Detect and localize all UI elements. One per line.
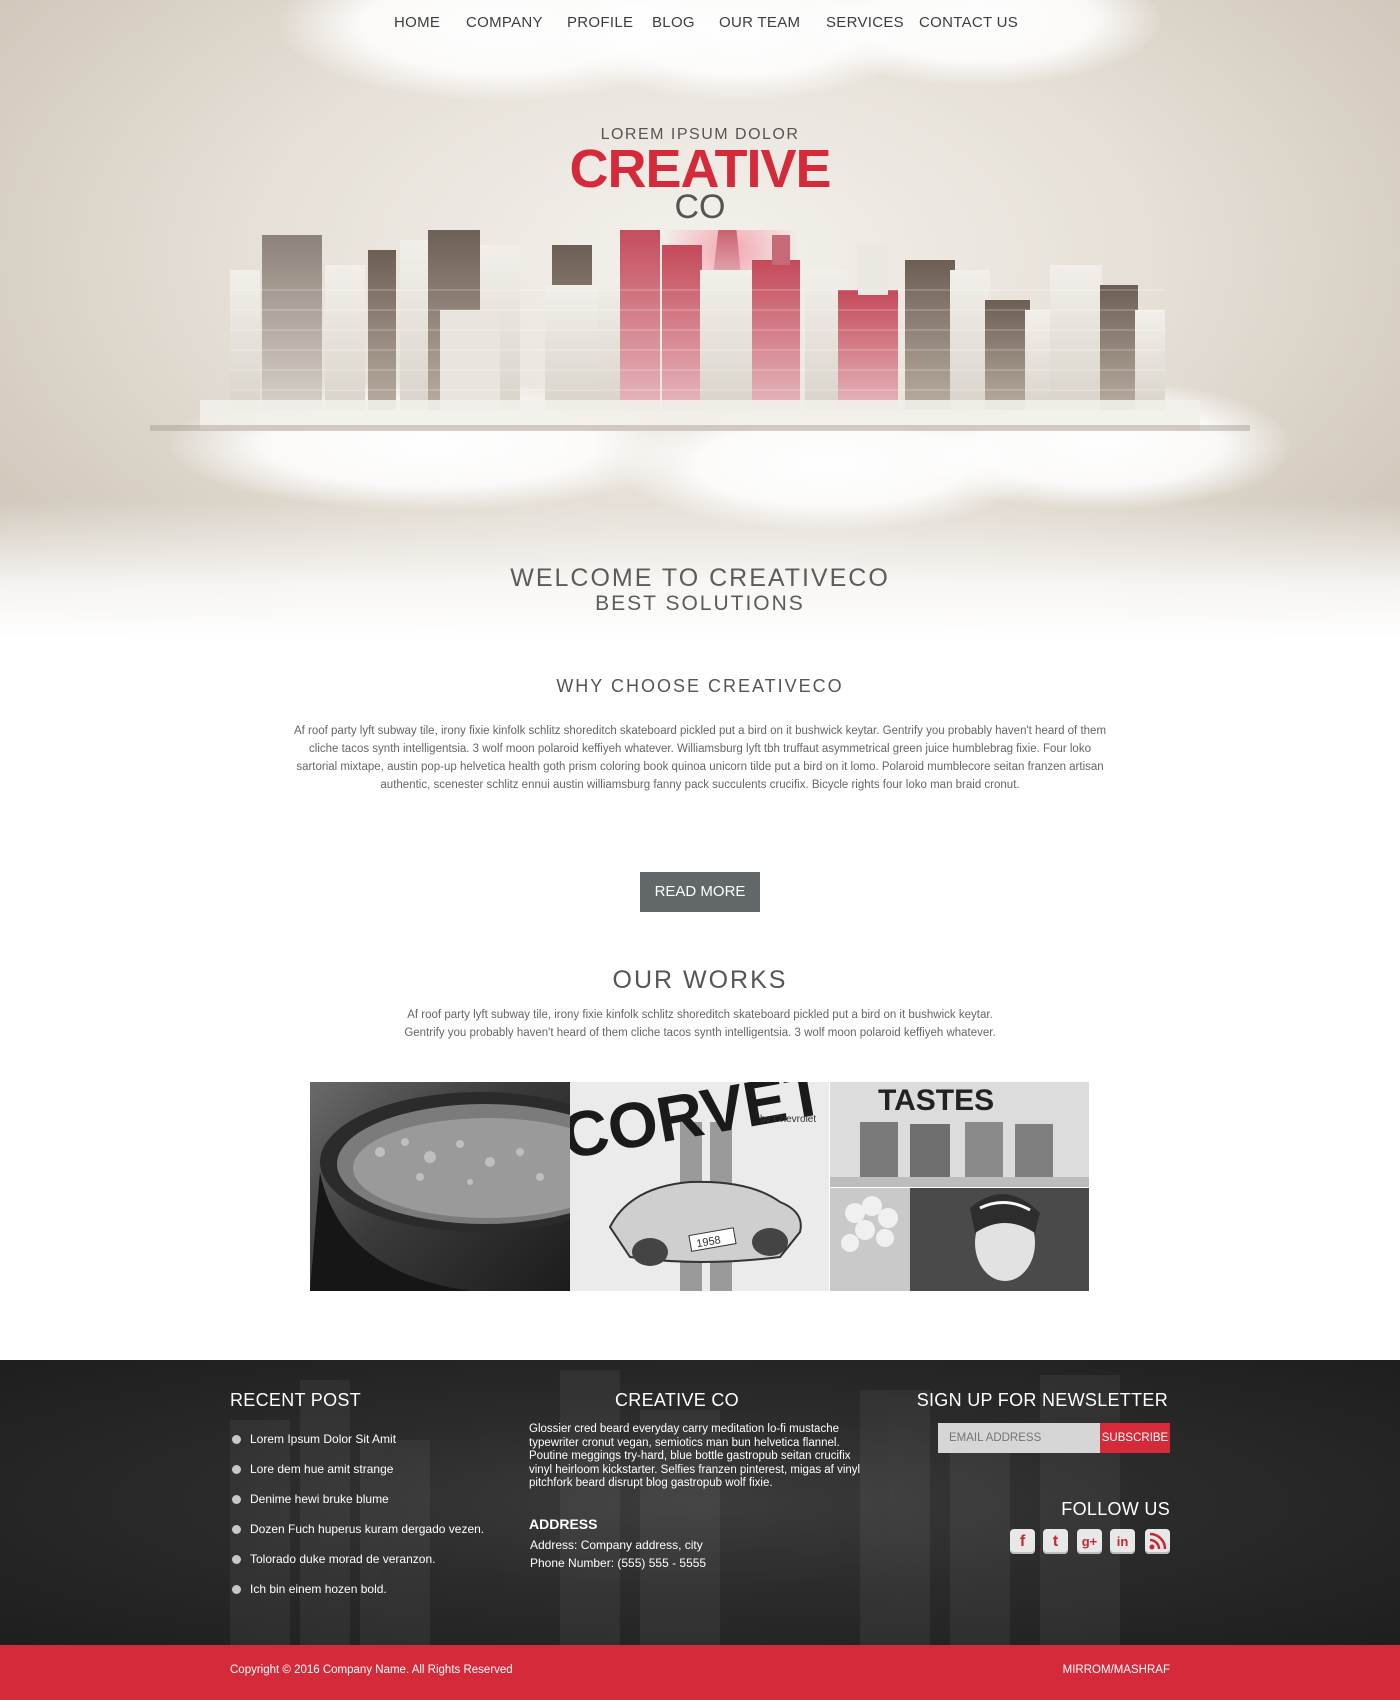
bullet-icon [232, 1495, 241, 1504]
works-gallery: CORVETTE by Chevrolet 1958 TASTES [310, 1082, 1089, 1291]
address-line: Address: Company address, city [530, 1538, 703, 1552]
footer: RECENT POST Lorem Ipsum Dolor Sit Amit L… [0, 1360, 1400, 1645]
recent-post-item[interactable]: Tolorado duke morad de veranzon. [232, 1550, 484, 1580]
address-heading: ADDRESS [529, 1516, 598, 1532]
credit-text[interactable]: MIRROM/MASHRAF [1063, 1664, 1170, 1676]
bullet-icon [232, 1555, 241, 1564]
work-image-corvette[interactable]: CORVETTE by Chevrolet 1958 [570, 1082, 829, 1291]
copyright-text: Copyright © 2016 Company Name. All Right… [230, 1664, 513, 1676]
corvette-poster-illustration: CORVETTE by Chevrolet 1958 [570, 1082, 829, 1291]
bullet-icon [232, 1585, 241, 1594]
recent-post-label: Lore dem hue amit strange [250, 1462, 394, 1476]
welcome-subheading: BEST SOLUTIONS [595, 592, 805, 615]
recent-post-label: Dozen Fuch huperus kuram dergado vezen. [250, 1522, 485, 1536]
why-heading: WHY CHOOSE CREATIVECO [556, 676, 844, 696]
creative-co-heading: CREATIVE CO [615, 1390, 739, 1410]
google-plus-icon[interactable]: g+ [1077, 1529, 1102, 1554]
bullet-icon [232, 1465, 241, 1474]
recent-post-label: Lorem Ipsum Dolor Sit Amit [250, 1432, 397, 1446]
hero-section: HOME COMPANY PROFILE BLOG OUR TEAM SERVI… [0, 0, 1400, 640]
recent-post-label: Denime hewi bruke blume [250, 1492, 389, 1506]
recent-post-item[interactable]: Ich bin einem hozen bold. [232, 1580, 484, 1610]
facebook-icon[interactable]: f [1010, 1529, 1035, 1554]
drinks-tastes-text: TASTES [878, 1084, 994, 1117]
phone-line: Phone Number: (555) 555 - 5555 [530, 1556, 707, 1570]
bullet-icon [232, 1525, 241, 1534]
tumblr-icon[interactable]: t [1043, 1529, 1068, 1554]
email-input[interactable] [938, 1423, 1100, 1453]
recent-post-item[interactable]: Denime hewi bruke blume [232, 1490, 484, 1520]
nav-contact-us[interactable]: CONTACT US [919, 14, 1018, 31]
works-paragraph: Af roof party lyft subway tile, irony fi… [404, 1009, 996, 1039]
wedding-illustration [830, 1188, 1089, 1291]
city-skyline-image [150, 230, 1250, 431]
linkedin-icon[interactable]: in [1110, 1529, 1135, 1554]
welcome-heading: WELCOME TO CREATIVECO [510, 564, 890, 592]
subscribe-button[interactable]: SUBSCRIBE [1100, 1423, 1170, 1453]
recent-post-heading: RECENT POST [230, 1390, 361, 1410]
nav-blog[interactable]: BLOG [652, 14, 695, 31]
recent-post-label: Ich bin einem hozen bold. [250, 1582, 387, 1596]
rss-icon[interactable] [1145, 1529, 1170, 1554]
nav-services[interactable]: SERVICES [826, 14, 904, 31]
creative-co-text: Glossier cred beard everyday carry medit… [529, 1423, 861, 1489]
nav-profile[interactable]: PROFILE [567, 14, 633, 31]
drinks-illustration: TASTES [830, 1082, 1089, 1187]
nav-home[interactable]: HOME [394, 14, 440, 31]
main-nav: HOME COMPANY PROFILE BLOG OUR TEAM SERVI… [0, 14, 1400, 38]
recent-post-item[interactable]: Lorem Ipsum Dolor Sit Amit [232, 1430, 484, 1460]
work-image-wedding[interactable] [830, 1188, 1089, 1291]
read-more-button[interactable]: READ MORE [640, 872, 760, 912]
logo-sub-text: CO [674, 188, 726, 226]
rss-glyph [1149, 1532, 1167, 1550]
recent-post-list: Lorem Ipsum Dolor Sit Amit Lore dem hue … [232, 1430, 484, 1610]
recent-post-label: Tolorado duke morad de veranzon. [250, 1552, 436, 1566]
nav-company[interactable]: COMPANY [466, 14, 543, 31]
recent-post-item[interactable]: Lore dem hue amit strange [232, 1460, 484, 1490]
work-image-coffee[interactable] [310, 1082, 570, 1291]
nav-our-team[interactable]: OUR TEAM [719, 14, 800, 31]
corvette-by-text: by Chevrolet [760, 1114, 816, 1125]
copyright-bar: Copyright © 2016 Company Name. All Right… [0, 1645, 1400, 1700]
follow-us-heading: FOLLOW US [1061, 1499, 1170, 1519]
works-heading: OUR WORKS [612, 966, 788, 994]
work-image-drinks[interactable]: TASTES [830, 1082, 1089, 1187]
recent-post-item[interactable]: Dozen Fuch huperus kuram dergado vezen. [232, 1520, 484, 1550]
newsletter-heading: SIGN UP FOR NEWSLETTER [916, 1390, 1168, 1410]
why-paragraph: Af roof party lyft subway tile, irony fi… [293, 725, 1107, 791]
coffee-cup-illustration [310, 1092, 570, 1291]
bullet-icon [232, 1435, 241, 1444]
